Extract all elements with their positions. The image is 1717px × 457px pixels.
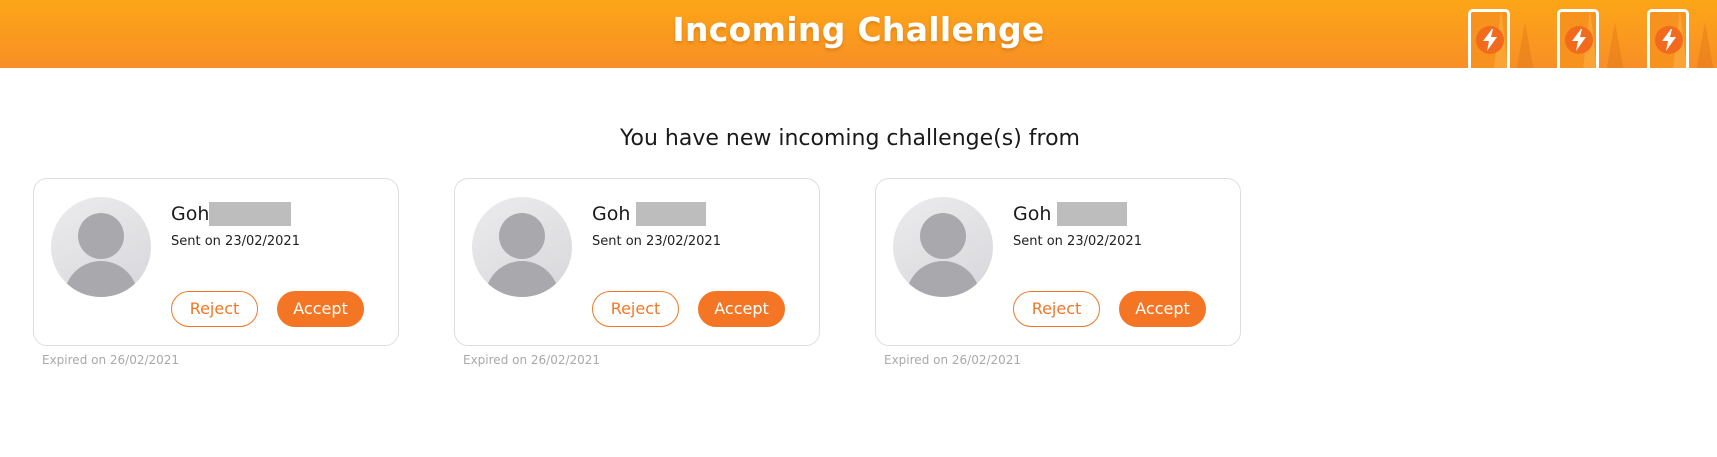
challenger-name: Goh (592, 203, 631, 225)
lightning-card-icon (1647, 9, 1689, 68)
avatar (472, 197, 572, 297)
redacted-surname (209, 202, 292, 226)
challenger-name-row: Goh (171, 201, 292, 227)
energy-shadow (1516, 22, 1534, 68)
challenger-name: Goh (1013, 203, 1052, 225)
sent-date: Sent on 23/02/2021 (592, 234, 721, 249)
lightning-bolt-icon (1483, 29, 1497, 51)
avatar (893, 197, 993, 297)
redacted-surname (1057, 202, 1128, 226)
energy-shadow (1606, 22, 1624, 68)
lightning-card-icon (1468, 9, 1510, 68)
redacted-surname (636, 202, 707, 226)
lightning-bolt-icon (1572, 29, 1586, 51)
challenge-card: Goh Sent on 23/02/2021 Reject Accept (454, 178, 820, 346)
accept-button[interactable]: Accept (698, 291, 785, 327)
reject-button[interactable]: Reject (1013, 291, 1100, 327)
header-bar: Incoming Challenge (0, 0, 1717, 68)
avatar (51, 197, 151, 297)
energy-shadow (1696, 22, 1714, 68)
accept-button[interactable]: Accept (277, 291, 364, 327)
challenge-card: Goh Sent on 23/02/2021 Reject Accept (33, 178, 399, 346)
lightning-card-icon (1557, 9, 1599, 68)
page-title: Incoming Challenge (672, 10, 1045, 49)
accept-button[interactable]: Accept (1119, 291, 1206, 327)
expiry-date: Expired on 26/02/2021 (463, 353, 601, 367)
expiry-date: Expired on 26/02/2021 (884, 353, 1022, 367)
lightning-bolt-icon (1662, 29, 1676, 51)
challenge-card: Goh Sent on 23/02/2021 Reject Accept (875, 178, 1241, 346)
challenger-name-row: Goh (592, 201, 707, 227)
challenger-name: Goh (171, 203, 210, 225)
reject-button[interactable]: Reject (171, 291, 258, 327)
incoming-challenges-heading: You have new incoming challenge(s) from (620, 126, 1080, 151)
sent-date: Sent on 23/02/2021 (171, 234, 300, 249)
expiry-date: Expired on 26/02/2021 (42, 353, 180, 367)
reject-button[interactable]: Reject (592, 291, 679, 327)
sent-date: Sent on 23/02/2021 (1013, 234, 1142, 249)
challenger-name-row: Goh (1013, 201, 1128, 227)
